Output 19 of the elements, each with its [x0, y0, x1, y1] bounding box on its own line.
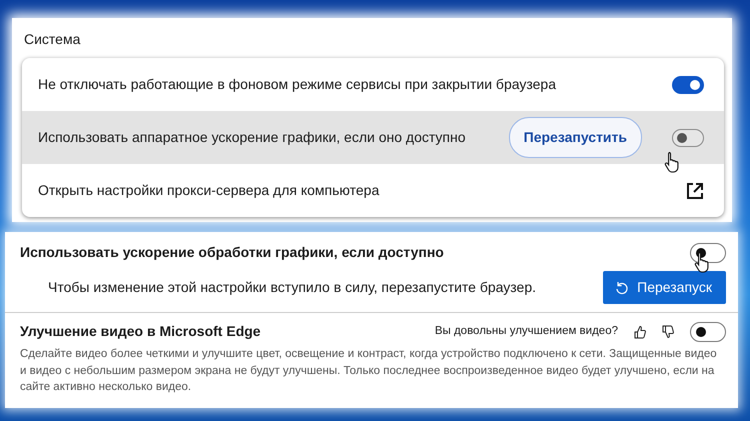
section-title: Система [23, 30, 82, 49]
feedback-question: Вы довольны улучшением видео? [434, 324, 618, 339]
toggle-switch[interactable] [690, 322, 726, 342]
notice-text: Чтобы изменение этой настройки вступило в силу, перезапустите браузер. [47, 278, 538, 297]
setting-label: Использовать аппаратное ускорение графики, если оно доступно [38, 128, 467, 147]
toggle-switch[interactable] [672, 128, 704, 146]
setting-title: Улучшение видео в Microsoft Edge [20, 322, 262, 341]
toggle-switch[interactable] [690, 242, 726, 262]
restart-button[interactable]: Перезапустить [508, 117, 642, 158]
setting-label: Не отключать работающие в фоновом режиме сервисы при закрытии браузера [38, 75, 557, 94]
restart-icon [615, 280, 630, 294]
external-link-icon[interactable] [686, 182, 704, 200]
setting-title: Использовать ускорение обработки графики, если доступно [20, 243, 445, 262]
setting-description: Сделайте видео более четкими и улучшите цвет, освещение и контраст, когда устройство подключено к сети. Защищенные видео и видео с небольшим размером экрана не будут улучшены. Только последнее воспроизведенное видео будет улучшено, если на сайте активно несколько видео. [20, 347, 718, 396]
thumbs-down-icon[interactable] [662, 324, 674, 338]
restart-button[interactable]: Перезапуск [603, 271, 726, 304]
setting-label: Открыть настройки прокси-сервера для компьютера [38, 181, 380, 200]
thumbs-up-icon[interactable] [634, 324, 646, 338]
toggle-switch[interactable] [672, 76, 704, 94]
